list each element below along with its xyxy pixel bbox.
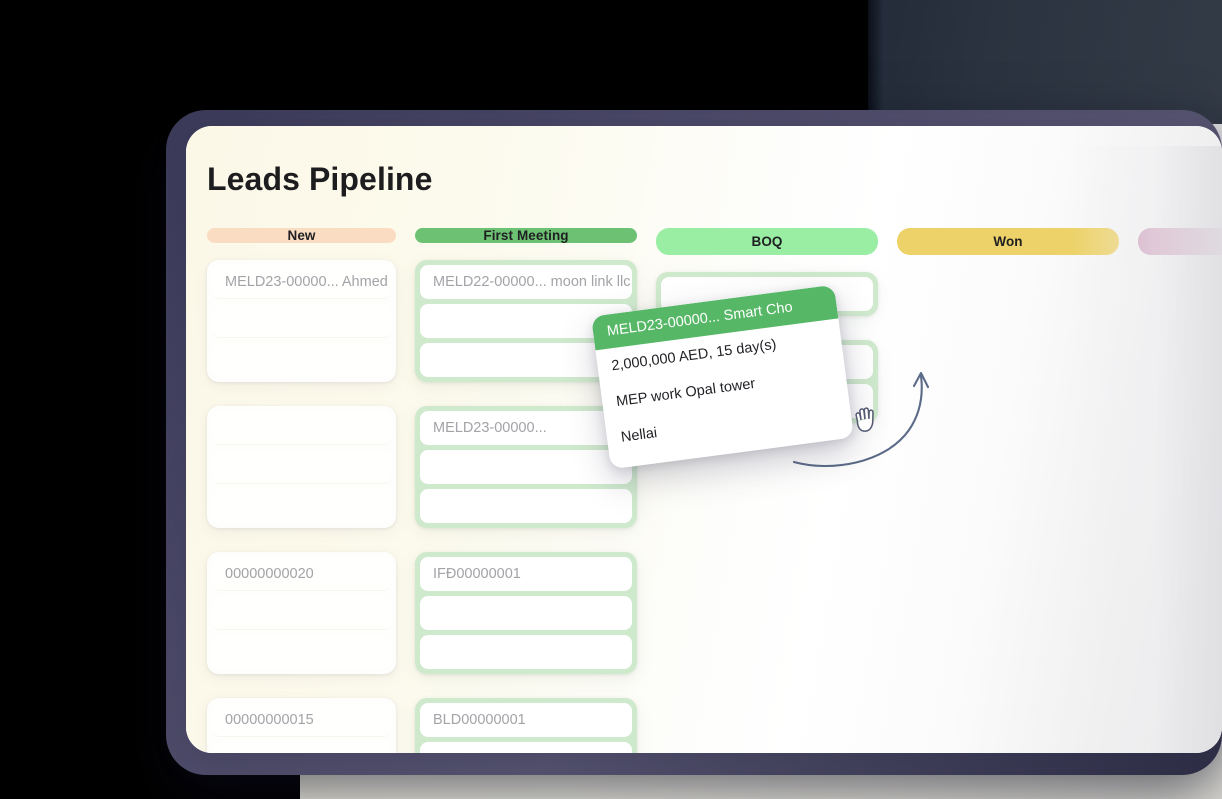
column-header-new[interactable]: New (207, 228, 396, 243)
dragged-lead-card[interactable]: MELD23-00000... Smart Cho 2,000,000 AED,… (590, 284, 855, 470)
lead-card-row (420, 450, 632, 484)
lead-card-row (420, 742, 632, 753)
lead-card-title: 00000000020 (212, 557, 391, 591)
lead-card-title: IFÐ00000001 (420, 557, 632, 591)
lead-card[interactable]: 00000000020 (207, 552, 396, 674)
lead-card[interactable]: 00000000015 (207, 698, 396, 753)
column-header-lost[interactable]: Lost (1138, 228, 1222, 255)
column-header-won[interactable]: Won (897, 228, 1119, 255)
lead-card-title: MELD22-00000... moon link llc (420, 265, 632, 299)
background-dark-panel (868, 0, 1222, 124)
kanban-column-new: New MELD23-00000... Ahmed 00000000020 00000… (207, 228, 396, 753)
lead-card-title: MELD23-00000... (420, 411, 632, 445)
column-header-boq[interactable]: BOQ (656, 228, 878, 255)
column-cards-new: MELD23-00000... Ahmed 00000000020 00000000… (207, 260, 396, 753)
screenshot-stage: Leads Pipeline New MELD23-00000... Ahmed 0… (0, 0, 1222, 799)
lead-card-row (212, 343, 391, 377)
lead-card-row (420, 635, 632, 669)
lead-card-title (212, 411, 391, 445)
lead-card-title: 00000000015 (212, 703, 391, 737)
kanban-column-first-meeting: First Meeting MELD22-00000... moon link l… (415, 228, 637, 753)
page-title: Leads Pipeline (207, 161, 433, 197)
lead-card-row (212, 489, 391, 523)
lead-card[interactable]: BLD00000001 (415, 698, 637, 753)
grab-hand-cursor-icon (855, 407, 874, 432)
lead-card[interactable]: IFÐ00000001 (415, 552, 637, 674)
lead-card-row (420, 596, 632, 630)
lead-card-row (420, 489, 632, 523)
lead-card[interactable]: MELD23-00000... (415, 406, 637, 528)
lead-card-row (212, 596, 391, 630)
lead-card-row (212, 304, 391, 338)
kanban-column-won: Won (897, 228, 1119, 753)
column-header-first-meeting[interactable]: First Meeting (415, 228, 637, 243)
lead-card-row (212, 450, 391, 484)
kanban-column-lost: Lost (1138, 228, 1222, 753)
lead-card-title: BLD00000001 (420, 703, 632, 737)
lead-card-row (212, 742, 391, 753)
lead-card-row (212, 635, 391, 669)
lead-card[interactable]: MELD23-00000... Ahmed (207, 260, 396, 382)
lead-card[interactable] (207, 406, 396, 528)
lead-card-title: MELD23-00000... Ahmed (212, 265, 391, 299)
